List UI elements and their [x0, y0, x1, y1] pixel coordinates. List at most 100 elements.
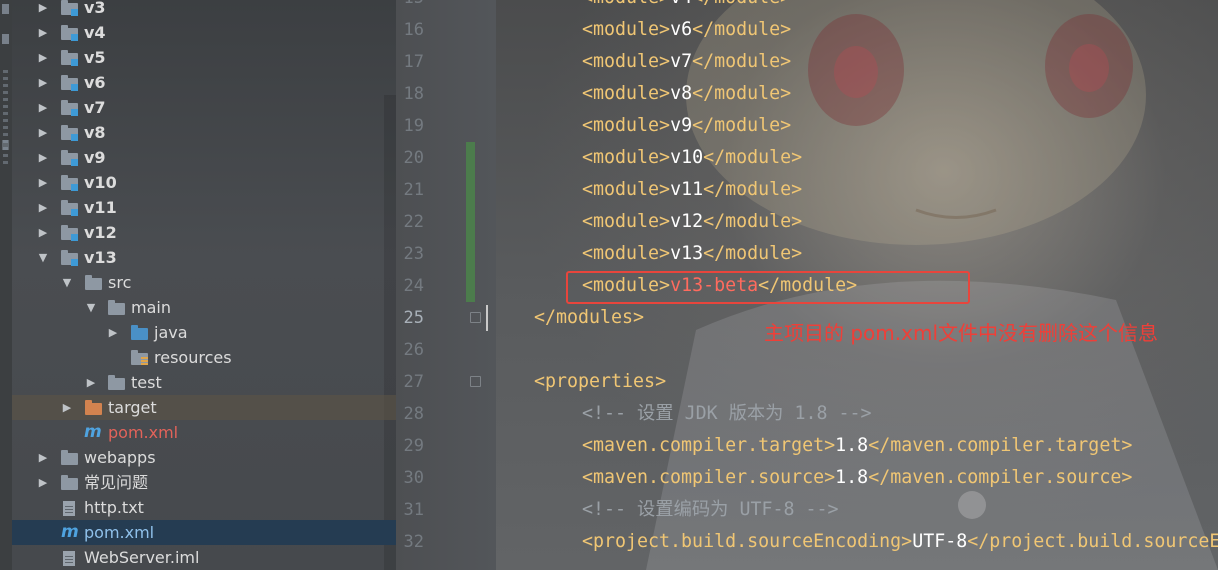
folder-icon — [61, 450, 79, 465]
tree-item-webserver-iml[interactable]: WebServer.iml — [12, 545, 384, 570]
line-number: 21 — [403, 180, 424, 200]
code-line-16[interactable]: <module>v6</module> — [582, 14, 791, 46]
project-tool-icon[interactable] — [2, 4, 9, 14]
expand-arrow-icon[interactable]: ▶ — [36, 145, 50, 170]
module-folder-icon — [61, 50, 79, 66]
collapse-arrow-icon[interactable]: ▼ — [36, 245, 50, 270]
tree-item-src[interactable]: ▼ src — [12, 270, 384, 295]
fold-toggle-icon[interactable] — [470, 312, 481, 323]
tree-item-v5[interactable]: ▶ v5 — [12, 45, 384, 70]
expand-arrow-icon[interactable]: ▶ — [36, 45, 50, 70]
line-number: 15 — [396, 0, 424, 14]
code-line-18[interactable]: <module>v8</module> — [582, 78, 791, 110]
line-number: 24 — [403, 276, 424, 296]
code-line-17[interactable]: <module>v7</module> — [582, 46, 791, 78]
tree-item-label: java — [154, 323, 188, 342]
tree-item-label: v9 — [84, 148, 106, 167]
tree-item-http-txt[interactable]: http.txt — [12, 495, 384, 520]
tree-item-resources[interactable]: resources — [12, 345, 384, 370]
tree-item-label: webapps — [84, 448, 156, 467]
code-line-20[interactable]: <module>v10</module> — [582, 142, 802, 174]
expand-arrow-icon[interactable]: ▶ — [60, 395, 74, 420]
vcs-change-marker[interactable] — [466, 142, 475, 302]
expand-arrow-icon[interactable]: ▶ — [36, 120, 50, 145]
folder-icon — [108, 375, 126, 390]
line-number: 17 — [403, 52, 424, 72]
excluded-folder-icon — [85, 400, 103, 415]
structure-tool-icon[interactable] — [2, 34, 9, 44]
tree-item-pom-xml-v13[interactable]: m pom.xml — [12, 420, 384, 445]
annotation-highlight-box — [566, 271, 970, 304]
expand-arrow-icon[interactable]: ▶ — [36, 470, 50, 495]
code-line-32[interactable]: <project.build.sourceEncoding>UTF-8</pro… — [582, 526, 1218, 558]
tree-item-main[interactable]: ▼ main — [12, 295, 384, 320]
tree-item-v13[interactable]: ▼ v13 — [12, 245, 384, 270]
code-line-22[interactable]: <module>v12</module> — [582, 206, 802, 238]
module-folder-icon — [61, 75, 79, 91]
tree-item-target[interactable]: ▶ target — [12, 395, 396, 420]
source-folder-icon — [131, 325, 149, 340]
text-file-icon — [61, 500, 79, 516]
tree-item-label: v6 — [84, 73, 106, 92]
line-number: 31 — [403, 500, 424, 520]
resources-folder-icon — [131, 350, 149, 366]
expand-arrow-icon[interactable]: ▶ — [36, 0, 50, 20]
code-line-30[interactable]: <maven.compiler.source>1.8</maven.compil… — [582, 462, 1132, 494]
code-line-19[interactable]: <module>v9</module> — [582, 110, 791, 142]
line-number: 26 — [403, 340, 424, 360]
tree-item-v3[interactable]: ▶ v3 — [12, 0, 384, 20]
tree-item-pom-xml-root[interactable]: m pom.xml — [12, 520, 396, 545]
expand-arrow-icon[interactable]: ▶ — [106, 320, 120, 345]
expand-arrow-icon[interactable]: ▶ — [84, 370, 98, 395]
editor-gutter[interactable]: 15 16 17 18 19 20 21 22 23 24 25 26 27 2… — [396, 0, 496, 570]
tree-scrollbar[interactable] — [384, 95, 396, 570]
tree-item-test[interactable]: ▶ test — [12, 370, 384, 395]
tree-item-v7[interactable]: ▶ v7 — [12, 95, 384, 120]
line-number: 23 — [403, 244, 424, 264]
tool-window-label[interactable] — [3, 70, 8, 165]
tree-item-label: v10 — [84, 173, 117, 192]
tree-item-v6[interactable]: ▶ v6 — [12, 70, 384, 95]
code-line-15[interactable]: <module>v4</module> — [582, 0, 791, 14]
tree-item-v12[interactable]: ▶ v12 — [12, 220, 384, 245]
code-line-28[interactable]: <!-- 设置 JDK 版本为 1.8 --> — [582, 398, 872, 430]
folder-icon — [85, 275, 103, 290]
collapse-arrow-icon[interactable]: ▼ — [60, 270, 74, 295]
module-folder-icon — [61, 100, 79, 116]
tree-item-label: WebServer.iml — [84, 548, 200, 567]
tree-item-v11[interactable]: ▶ v11 — [12, 195, 384, 220]
tree-item-v9[interactable]: ▶ v9 — [12, 145, 384, 170]
expand-arrow-icon[interactable]: ▶ — [36, 95, 50, 120]
code-line-29[interactable]: <maven.compiler.target>1.8</maven.compil… — [582, 430, 1132, 462]
tree-item-label: pom.xml — [84, 523, 155, 542]
tree-item-label: v11 — [84, 198, 117, 217]
expand-arrow-icon[interactable]: ▶ — [36, 170, 50, 195]
collapse-arrow-icon[interactable]: ▼ — [84, 295, 98, 320]
code-line-31[interactable]: <!-- 设置编码为 UTF-8 --> — [582, 494, 839, 526]
tree-item-label: pom.xml — [108, 423, 179, 442]
line-number: 28 — [403, 404, 424, 424]
code-line-23[interactable]: <module>v13</module> — [582, 238, 802, 270]
code-line-25[interactable]: </modules> — [534, 302, 644, 334]
tree-item-webapps[interactable]: ▶ webapps — [12, 445, 384, 470]
expand-arrow-icon[interactable]: ▶ — [36, 195, 50, 220]
expand-arrow-icon[interactable]: ▶ — [36, 70, 50, 95]
expand-arrow-icon[interactable]: ▶ — [36, 20, 50, 45]
tree-item-faq[interactable]: ▶ 常见问题 — [12, 470, 384, 495]
line-number: 16 — [403, 20, 424, 40]
favorites-tool-icon[interactable] — [2, 140, 9, 150]
tree-item-v8[interactable]: ▶ v8 — [12, 120, 384, 145]
expand-arrow-icon[interactable]: ▶ — [36, 220, 50, 245]
expand-arrow-icon[interactable]: ▶ — [36, 445, 50, 470]
tree-item-java[interactable]: ▶ java — [12, 320, 384, 345]
text-caret — [486, 305, 488, 331]
tree-item-label: http.txt — [84, 498, 144, 517]
fold-toggle-icon[interactable] — [470, 376, 481, 387]
module-folder-icon — [61, 150, 79, 166]
code-line-27[interactable]: <properties> — [534, 366, 666, 398]
tree-item-label: v13 — [84, 248, 117, 267]
tree-item-v10[interactable]: ▶ v10 — [12, 170, 384, 195]
tree-item-v4[interactable]: ▶ v4 — [12, 20, 384, 45]
module-folder-icon — [61, 25, 79, 41]
code-line-21[interactable]: <module>v11</module> — [582, 174, 802, 206]
